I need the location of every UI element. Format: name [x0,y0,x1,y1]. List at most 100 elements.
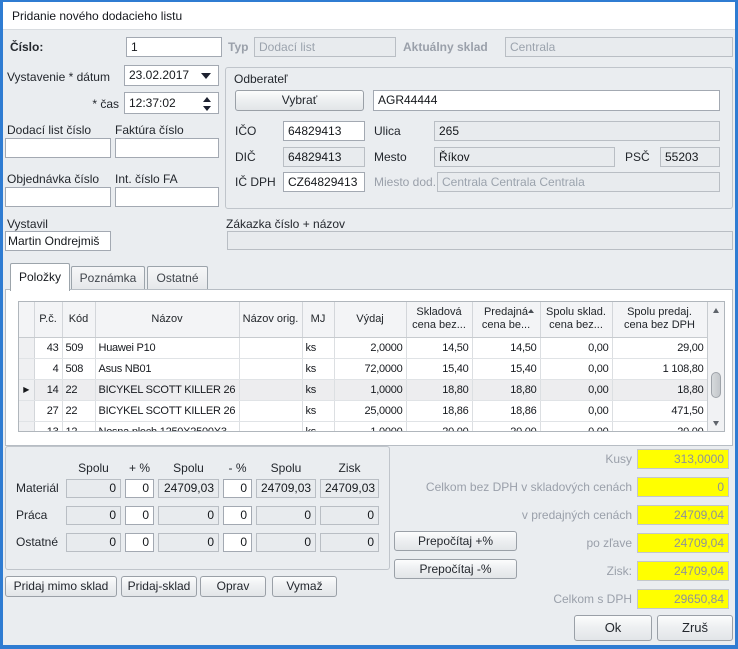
dropdown-arrow-icon[interactable] [201,73,211,79]
mesto-label: Mesto [374,150,407,164]
col-skladova-cena[interactable]: Skladová cena bez... [406,302,472,337]
table-row[interactable]: 4 508 Asus NB01 ks 72,0000 15,40 15,40 0… [19,358,707,379]
cell-nazov: Huawei P10 [95,337,239,358]
zakazka-input [227,231,733,250]
cell-spolu-predaj: 1 108,80 [612,358,707,379]
ic-dph-input[interactable]: CZ64829413 [283,172,365,192]
table-row[interactable]: 43 509 Huawei P10 ks 2,0000 14,50 14,50 … [19,337,707,358]
totals-row: po zľave 24709,04 [303,533,729,553]
totals-value: 24709,04 [637,561,729,581]
mesto-input: Říkov [434,147,615,167]
row-indicator [19,337,34,358]
cell-mj: ks [302,337,334,358]
table-row[interactable]: 13 12 Nosna plech 1250X2500X3 ks 1,0000 … [19,421,707,432]
tab-polozky[interactable]: Položky [10,263,70,291]
objednavka-cislo-input[interactable] [5,187,111,207]
cell-pc: 13 [34,421,62,432]
cell-predajna-cena: 15,40 [472,358,540,379]
col-nazov-orig[interactable]: Názov orig. [239,302,302,337]
cell-mj: ks [302,421,334,432]
ico-label: IČO [235,124,256,138]
summary-plus-input[interactable]: 0 [125,533,154,552]
cell-mj: ks [302,358,334,379]
cell-spolu-sklad: 0,00 [540,421,612,432]
col-spolu-sklad[interactable]: Spolu sklad. cena bez... [540,302,612,337]
tab-ostatne[interactable]: Ostatné [147,266,208,291]
spin-up-icon[interactable] [203,97,211,102]
row-indicator: ▶ [19,379,34,400]
ico-input[interactable]: 64829413 [283,121,365,141]
cell-vydaj: 25,0000 [334,400,406,421]
summary-minus-input[interactable]: 0 [223,506,252,525]
col-mj[interactable]: MJ [302,302,334,337]
col-indicator [19,302,34,337]
table-row[interactable]: 27 22 BICYKEL SCOTT KILLER 26 ks 25,0000… [19,400,707,421]
cell-vydaj: 1,0000 [334,421,406,432]
summary-row-label: Ostatné [16,535,58,549]
cell-pc: 14 [34,379,62,400]
cell-skladova-cena: 15,40 [406,358,472,379]
cell-mj: ks [302,379,334,400]
summary-plus-input[interactable]: 0 [125,479,154,498]
summary-col-minus: - % [223,461,252,475]
typ-input: Dodací list [254,37,396,57]
scroll-down-icon[interactable] [708,415,724,431]
summary-minus-input[interactable]: 0 [223,533,252,552]
scrollbar-thumb[interactable] [711,372,721,398]
totals-value: 24709,04 [637,533,729,553]
col-spolu-predaj[interactable]: Spolu predaj. cena bez DPH [612,302,707,337]
faktura-cislo-label: Faktúra číslo [115,123,184,137]
cell-skladova-cena: 18,80 [406,379,472,400]
totals-value: 24709,04 [637,505,729,525]
grid-vertical-scrollbar[interactable] [707,302,724,431]
summary-minus-input[interactable]: 0 [223,479,252,498]
tab-poznamka[interactable]: Poznámka [71,266,145,291]
faktura-cislo-input[interactable] [115,138,219,158]
zakazka-label: Zákazka číslo + názov [226,217,345,231]
pridaj-sklad-button[interactable]: Pridaj-sklad [121,576,197,597]
col-kod[interactable]: Kód [62,302,95,337]
psc-input: 55203 [660,147,720,167]
ok-button[interactable]: Ok [574,615,652,641]
col-predajna-cena[interactable]: Predajná cena be... [472,302,540,337]
ulica-input: 265 [434,121,720,141]
cas-input[interactable]: 12:37:02 [124,92,219,114]
dic-label: DIČ [235,150,256,164]
odberatel-code-input[interactable]: AGR44444 [373,90,720,111]
spin-down-icon[interactable] [203,106,211,111]
zrus-button[interactable]: Zruš [657,615,733,641]
dialog-window: Pridanie nového dodacieho listu Číslo: 1… [0,0,738,649]
cell-spolu-predaj: 29,00 [612,337,707,358]
cell-nazov-orig [239,337,302,358]
table-row[interactable]: ▶ 14 22 BICYKEL SCOTT KILLER 26 ks 1,000… [19,379,707,400]
pridaj-mimo-sklad-button[interactable]: Pridaj mimo sklad [5,576,117,597]
cell-skladova-cena: 20,00 [406,421,472,432]
cislo-input[interactable]: 1 [126,37,222,57]
datum-input[interactable]: 23.02.2017 [124,65,219,86]
dodaci-cislo-input[interactable] [5,138,111,158]
col-nazov[interactable]: Názov [95,302,239,337]
cell-spolu-sklad: 0,00 [540,358,612,379]
sort-ascending-icon[interactable] [528,309,534,313]
cell-spolu-predaj: 18,80 [612,379,707,400]
scroll-up-icon[interactable] [708,302,724,318]
ic-dph-label: IČ DPH [235,175,276,189]
vystavil-label: Vystavil [7,217,48,231]
vybrat-button[interactable]: Vybrať [235,90,364,111]
int-cislo-fa-input[interactable] [115,187,219,207]
vystavil-input[interactable]: Martin Ondrejmiš [5,231,111,251]
cell-predajna-cena: 18,80 [472,379,540,400]
cell-spolu-sklad: 0,00 [540,337,612,358]
oprav-button[interactable]: Oprav [200,576,266,597]
col-pc[interactable]: P.č. [34,302,62,337]
row-indicator [19,400,34,421]
miesto-dod-label: Miesto dod. [374,175,436,189]
summary-plus-input[interactable]: 0 [125,506,154,525]
summary-spolu1-input: 0 [66,533,121,552]
totals-label: Celkom s DPH [303,592,632,606]
col-vydaj[interactable]: Výdaj [334,302,406,337]
aktualny-sklad-label: Aktuálny sklad [403,40,488,54]
totals-value: 29650,84 [637,589,729,609]
cell-kod: 508 [62,358,95,379]
miesto-dod-input: Centrala Centrala Centrala [437,172,720,192]
